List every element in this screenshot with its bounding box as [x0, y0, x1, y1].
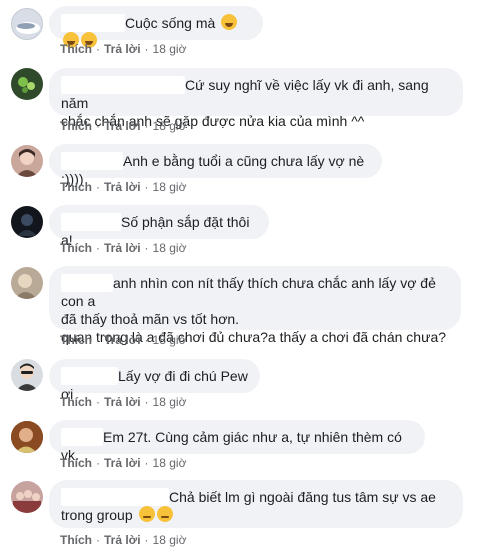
- reply-button[interactable]: Trả lời: [104, 179, 141, 195]
- avatar[interactable]: [11, 359, 43, 391]
- reply-button[interactable]: Trả lời: [104, 455, 141, 471]
- like-button[interactable]: Thích: [60, 41, 92, 57]
- avatar[interactable]: [11, 421, 43, 453]
- timestamp[interactable]: 18 giờ: [153, 41, 187, 57]
- redacted-author-name[interactable]: [61, 76, 185, 94]
- separator: ·: [144, 119, 149, 133]
- reply-button[interactable]: Trả lời: [104, 41, 141, 57]
- like-button[interactable]: Thích: [60, 532, 92, 548]
- separator: ·: [144, 180, 149, 194]
- like-button[interactable]: Thích: [60, 332, 92, 348]
- redacted-author-name[interactable]: [61, 274, 113, 292]
- pensive-emoji: [138, 506, 155, 522]
- like-button[interactable]: Thích: [60, 394, 92, 410]
- separator: ·: [96, 456, 100, 470]
- comment-actions: Thích · Trả lời · 18 giờ: [60, 41, 186, 57]
- timestamp[interactable]: 18 giờ: [153, 179, 187, 195]
- comment-actions: Thích · Trả lời · 18 giờ: [60, 332, 186, 348]
- avatar[interactable]: [11, 267, 43, 299]
- avatar[interactable]: [11, 481, 43, 513]
- separator: ·: [96, 533, 100, 547]
- avatar[interactable]: [11, 8, 43, 40]
- separator: ·: [96, 180, 100, 194]
- comment-bubble: Cuộc sống mà: [49, 6, 263, 48]
- separator: ·: [144, 241, 149, 255]
- separator: ·: [144, 42, 149, 56]
- timestamp[interactable]: 18 giờ: [153, 240, 187, 256]
- separator: ·: [96, 42, 100, 56]
- comment-bubble: Chả biết lm gì ngoài đăng tus tâm sự vs …: [49, 480, 463, 528]
- separator: ·: [96, 395, 100, 409]
- avatar[interactable]: [11, 206, 43, 238]
- comment-actions: Thích · Trả lời · 18 giờ: [60, 179, 186, 195]
- redacted-author-name[interactable]: [61, 152, 123, 170]
- comment-actions: Thích · Trả lời · 18 giờ: [60, 394, 186, 410]
- separator: ·: [144, 395, 149, 409]
- comment-bubble: anh nhìn con nít thấy thích chưa chắc an…: [49, 266, 461, 345]
- separator: ·: [144, 333, 149, 347]
- separator: ·: [96, 241, 100, 255]
- like-button[interactable]: Thích: [60, 179, 92, 195]
- timestamp[interactable]: 18 giờ: [153, 455, 187, 471]
- like-button[interactable]: Thích: [60, 118, 92, 134]
- comment-bubble: Cứ suy nghĩ về việc lấy vk đi anh, sang …: [49, 68, 463, 129]
- reply-button[interactable]: Trả lời: [104, 394, 141, 410]
- separator: ·: [96, 119, 100, 133]
- redacted-author-name[interactable]: [61, 14, 125, 32]
- pensive-emoji: [156, 506, 173, 522]
- comment-bubble: Lấy vợ đi đi chú Pew ơi: [49, 359, 260, 402]
- redacted-author-name[interactable]: [61, 213, 121, 231]
- reply-button[interactable]: Trả lời: [104, 332, 141, 348]
- like-button[interactable]: Thích: [60, 455, 92, 471]
- timestamp[interactable]: 18 giờ: [153, 118, 187, 134]
- rofl-emoji: [221, 14, 238, 30]
- timestamp[interactable]: 18 giờ: [153, 394, 187, 410]
- comment-actions: Thích · Trả lời · 18 giờ: [60, 455, 186, 471]
- redacted-author-name[interactable]: [61, 367, 118, 385]
- comment-actions: Thích · Trả lời · 18 giờ: [60, 532, 186, 548]
- like-button[interactable]: Thích: [60, 240, 92, 256]
- reply-button[interactable]: Trả lời: [104, 532, 141, 548]
- reply-button[interactable]: Trả lời: [104, 118, 141, 134]
- avatar[interactable]: [11, 68, 43, 100]
- separator: ·: [144, 533, 149, 547]
- redacted-author-name[interactable]: [61, 428, 103, 446]
- timestamp[interactable]: 18 giờ: [153, 532, 187, 548]
- comment-actions: Thích · Trả lời · 18 giờ: [60, 118, 186, 134]
- comment-bubble: Anh e bằng tuổi a cũng chưa lấy vợ nè :)…: [49, 144, 382, 187]
- avatar[interactable]: [11, 145, 43, 177]
- separator: ·: [96, 333, 100, 347]
- comment-text: Cuộc sống mà: [125, 15, 216, 31]
- comment-bubble: Em 27t. Cùng cảm giác như a, tự nhiên th…: [49, 420, 425, 463]
- comment-bubble: Số phận sắp đặt thôi a!: [49, 205, 269, 248]
- reply-button[interactable]: Trả lời: [104, 240, 141, 256]
- comment-actions: Thích · Trả lời · 18 giờ: [60, 240, 186, 256]
- redacted-author-name[interactable]: [61, 488, 169, 506]
- separator: ·: [144, 456, 149, 470]
- timestamp[interactable]: 18 giờ: [153, 332, 187, 348]
